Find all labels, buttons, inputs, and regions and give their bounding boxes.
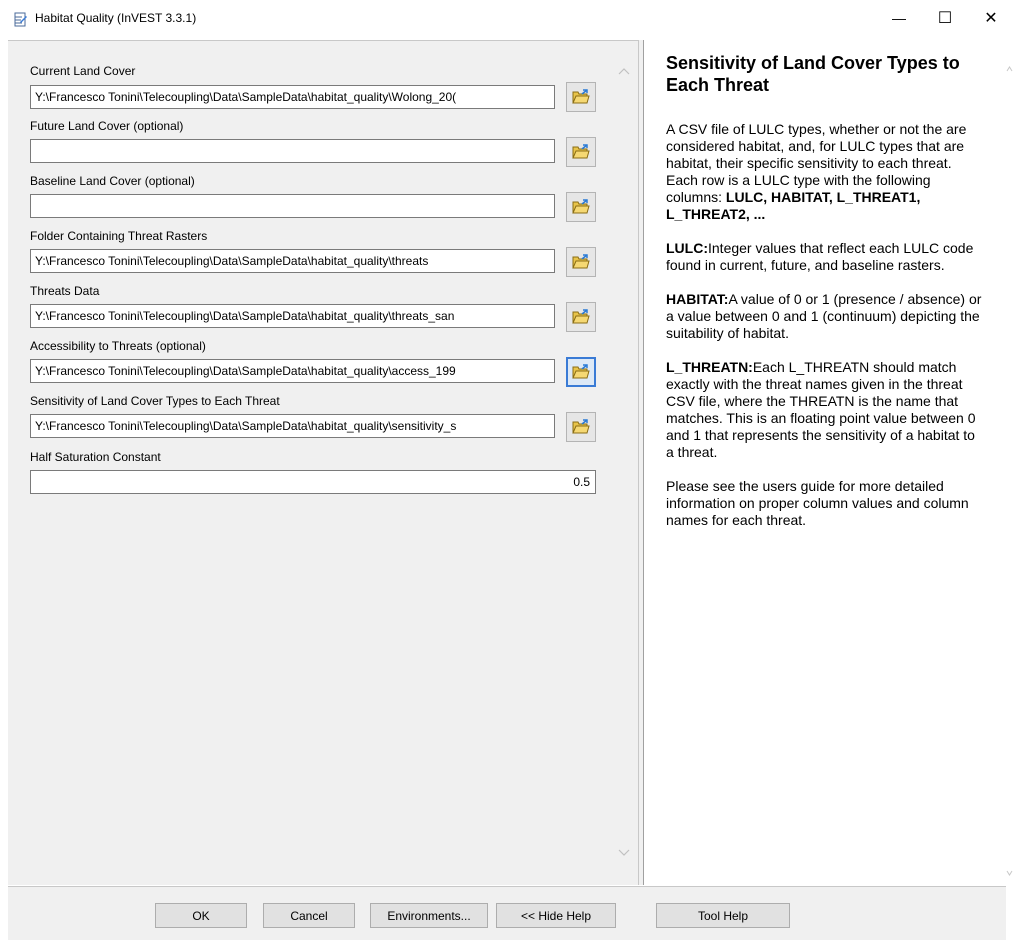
app-icon — [14, 12, 27, 27]
open-folder-icon — [572, 199, 590, 214]
parameters-panel: Current Land Cover Y:\Francesco Tonini\T… — [8, 40, 638, 885]
half-saturation-input[interactable]: 0.5 — [30, 470, 596, 494]
accessibility-to-threats-input[interactable]: Y:\Francesco Tonini\Telecoupling\Data\Sa… — [30, 359, 555, 383]
future-land-cover-browse-button[interactable] — [566, 137, 596, 167]
threat-rasters-folder-browse-button[interactable] — [566, 247, 596, 277]
help-paragraph-intro: A CSV file of LULC types, whether or not… — [666, 121, 986, 223]
ok-button[interactable]: OK — [155, 903, 247, 928]
accessibility-to-threats-label: Accessibility to Threats (optional) — [30, 339, 206, 353]
threat-rasters-folder-label: Folder Containing Threat Rasters — [30, 229, 208, 243]
maximize-icon: ☐ — [937, 10, 953, 27]
title-bar: Habitat Quality (InVEST 3.3.1) — ☐ ✕ — [0, 0, 1013, 38]
close-icon: ✕ — [984, 10, 998, 27]
help-guide-text: Please see the users guide for more deta… — [666, 478, 969, 528]
help-title: Sensitivity of Land Cover Types to Each … — [666, 53, 960, 95]
scroll-down-icon[interactable] — [618, 849, 630, 857]
current-land-cover-browse-button[interactable] — [566, 82, 596, 112]
cancel-button[interactable]: Cancel — [263, 903, 355, 928]
help-paragraph-guide: Please see the users guide for more deta… — [666, 478, 986, 529]
open-folder-icon — [572, 254, 590, 269]
threat-rasters-folder-input[interactable]: Y:\Francesco Tonini\Telecoupling\Data\Sa… — [30, 249, 555, 273]
sensitivity-input[interactable]: Y:\Francesco Tonini\Telecoupling\Data\Sa… — [30, 414, 555, 438]
open-folder-icon — [572, 419, 590, 434]
minimize-icon: — — [892, 10, 906, 26]
baseline-land-cover-browse-button[interactable] — [566, 192, 596, 222]
help-habitat-term: HABITAT: — [666, 291, 729, 307]
help-threatn-term: L_THREATN: — [666, 359, 753, 375]
help-scroll-down-icon[interactable] — [1006, 870, 1013, 876]
accessibility-to-threats-browse-button[interactable] — [566, 357, 596, 387]
baseline-land-cover-input[interactable] — [30, 194, 555, 218]
help-scroll-up-icon[interactable] — [1006, 66, 1013, 72]
help-paragraph-lulc: LULC:Integer values that reflect each LU… — [666, 240, 986, 274]
help-panel: Sensitivity of Land Cover Types to Each … — [644, 40, 1006, 885]
threats-data-input[interactable]: Y:\Francesco Tonini\Telecoupling\Data\Sa… — [30, 304, 555, 328]
minimize-button[interactable]: — — [876, 0, 922, 36]
future-land-cover-input[interactable] — [30, 139, 555, 163]
close-button[interactable]: ✕ — [968, 0, 1013, 36]
open-folder-icon — [572, 144, 590, 159]
open-folder-icon — [572, 89, 590, 104]
parameters-scrollbar[interactable] — [612, 41, 636, 886]
maximize-button[interactable]: ☐ — [922, 0, 968, 36]
tool-help-button[interactable]: Tool Help — [656, 903, 790, 928]
dialog-button-bar: OK Cancel Environments... << Hide Help T… — [8, 886, 1006, 940]
help-lulc-text: Integer values that reflect each LULC co… — [666, 240, 974, 273]
sensitivity-browse-button[interactable] — [566, 412, 596, 442]
help-paragraph-habitat: HABITAT:A value of 0 or 1 (presence / ab… — [666, 291, 986, 342]
future-land-cover-label: Future Land Cover (optional) — [30, 119, 184, 133]
window-title: Habitat Quality (InVEST 3.3.1) — [35, 11, 197, 25]
scroll-up-icon[interactable] — [618, 67, 630, 75]
hide-help-button[interactable]: << Hide Help — [496, 903, 616, 928]
baseline-land-cover-label: Baseline Land Cover (optional) — [30, 174, 195, 188]
open-folder-icon — [572, 309, 590, 324]
threats-data-browse-button[interactable] — [566, 302, 596, 332]
half-saturation-label: Half Saturation Constant — [30, 450, 161, 464]
current-land-cover-input[interactable]: Y:\Francesco Tonini\Telecoupling\Data\Sa… — [30, 85, 555, 109]
threats-data-label: Threats Data — [30, 284, 100, 298]
help-lulc-term: LULC: — [666, 240, 708, 256]
sensitivity-label: Sensitivity of Land Cover Types to Each … — [30, 394, 280, 408]
open-folder-icon — [572, 364, 590, 379]
current-land-cover-label: Current Land Cover — [30, 64, 136, 78]
help-paragraph-threatn: L_THREATN:Each L_THREATN should match ex… — [666, 359, 986, 461]
environments-button[interactable]: Environments... — [370, 903, 488, 928]
